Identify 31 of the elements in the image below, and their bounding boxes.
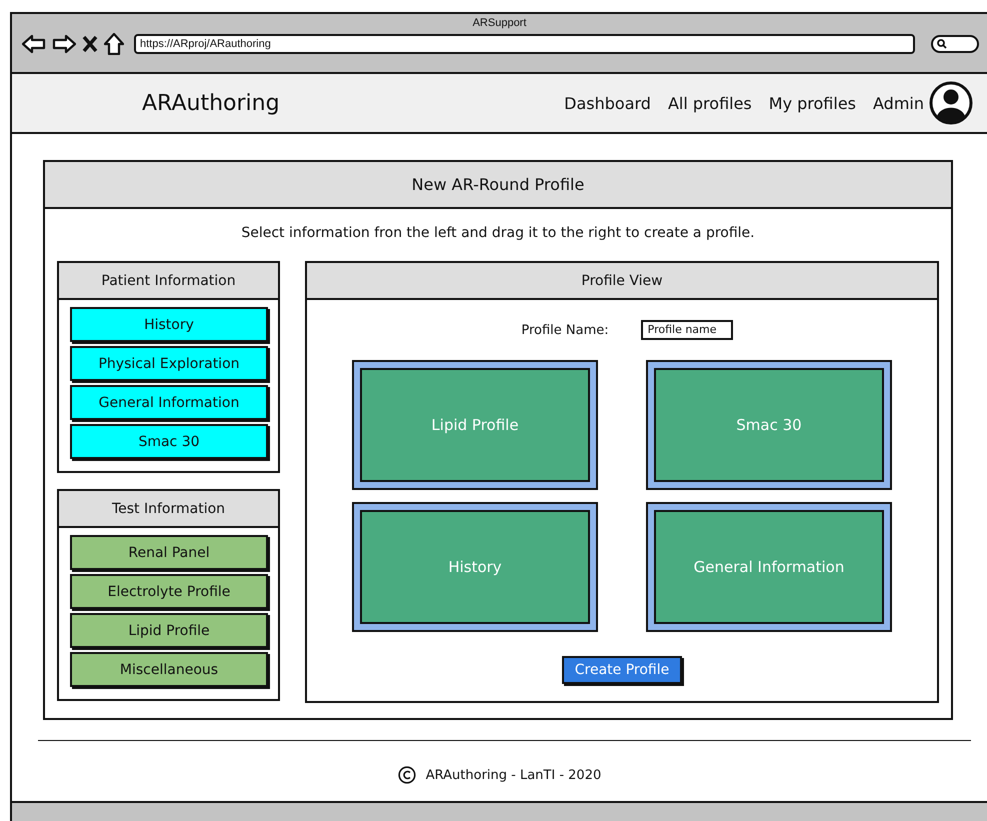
search-icon <box>937 39 947 49</box>
info-item[interactable]: Lipid Profile <box>70 613 268 648</box>
back-icon[interactable] <box>22 34 46 54</box>
app-logo: ARAuthoring <box>142 90 280 116</box>
field-label: Profile Name: <box>521 322 609 338</box>
nav-link[interactable]: My profiles <box>768 94 856 112</box>
info-item[interactable]: Smac 30 <box>70 424 268 459</box>
footer-text: ARAuthoring - LanTI - 2020 <box>426 768 602 782</box>
address-field[interactable]: https://ARproj/ARauthoring <box>134 34 915 54</box>
profile-name-field[interactable]: Profile name <box>640 320 733 340</box>
instruction-text: Select information fron the left and drag it to the right to create a profile. <box>240 225 756 241</box>
card-title: New AR-Round Profile <box>45 162 951 209</box>
copyright-icon <box>398 766 416 784</box>
panel-title: Test Information <box>59 491 278 528</box>
info-item[interactable]: Electrolyte Profile <box>70 574 268 609</box>
forward-icon[interactable] <box>52 34 76 54</box>
panel-title: Profile View <box>307 263 937 300</box>
info-item[interactable]: History <box>70 307 268 342</box>
search-field[interactable] <box>931 35 979 53</box>
nav-link[interactable]: Admin <box>873 94 924 112</box>
nav-link[interactable]: Dashboard <box>564 94 651 112</box>
avatar-icon[interactable] <box>929 81 973 125</box>
info-item[interactable]: Renal Panel <box>70 535 268 570</box>
info-item[interactable]: Physical Exploration <box>70 346 268 381</box>
info-item[interactable]: Miscellaneous <box>70 652 268 687</box>
window-title: ARSupport <box>472 17 526 29</box>
nav-link[interactable]: All profiles <box>668 94 752 112</box>
info-item[interactable]: General Information <box>70 385 268 420</box>
panel-title: Patient Information <box>59 263 278 300</box>
create-profile-button[interactable]: Create Profile <box>562 656 682 684</box>
close-icon[interactable] <box>82 35 98 53</box>
